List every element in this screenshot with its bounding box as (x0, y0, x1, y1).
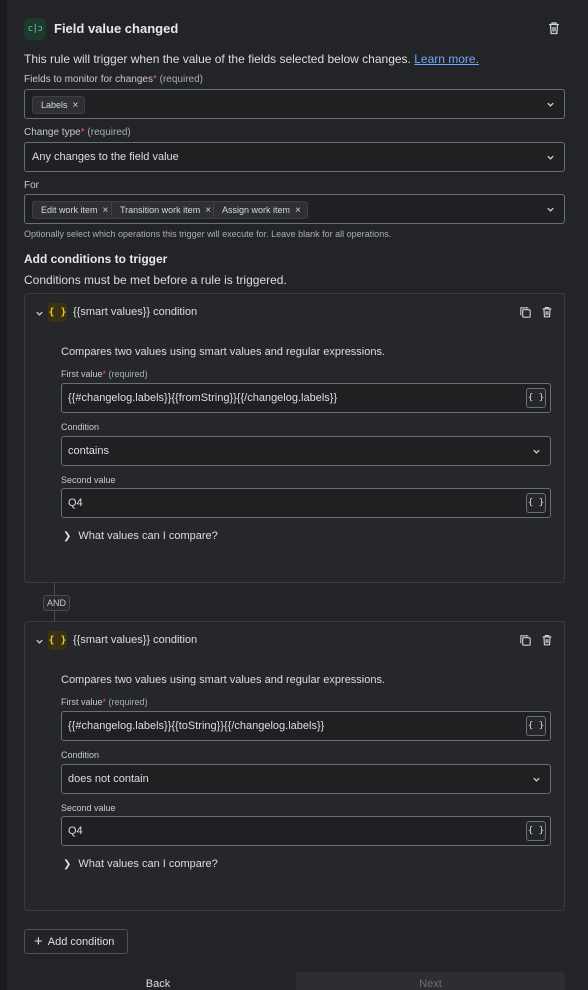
trigger-header: c|ɔ Field value changed (24, 18, 566, 40)
condition-label: Condition (61, 750, 100, 760)
required-note: (required) (87, 127, 131, 138)
first-value-label: First value* (required) (61, 369, 148, 379)
first-value-text: {{#changelog.labels}}{{fromString}}{{/ch… (68, 392, 338, 404)
required-star: * (102, 697, 107, 707)
intro-text: This rule will trigger when the value of… (24, 52, 411, 66)
tag-labels: Labels × (32, 96, 86, 114)
chevron-down-icon (547, 155, 554, 160)
learn-more-link[interactable]: Learn more. (414, 52, 479, 66)
and-connector-line (54, 583, 55, 595)
first-value-label-text: First value (61, 697, 103, 707)
condition-description: Compares two values using smart values a… (61, 346, 386, 358)
next-button[interactable]: Next (296, 972, 565, 990)
smart-value-picker-button[interactable]: { } (526, 493, 546, 513)
first-value-input[interactable]: {{#changelog.labels}}{{toString}}{{/chan… (61, 711, 551, 741)
what-values-expander[interactable]: ❯ What values can I compare? (63, 530, 218, 542)
remove-tag-icon[interactable]: × (103, 205, 109, 216)
required-note: (required) (108, 369, 148, 379)
smart-values-icon: { } (48, 303, 67, 322)
first-value-input[interactable]: {{#changelog.labels}}{{fromString}}{{/ch… (61, 383, 551, 413)
required-star: * (80, 127, 85, 138)
change-type-value: Any changes to the field value (32, 151, 179, 163)
condition-header[interactable]: { } {{smart values}} condition (25, 622, 564, 660)
trash-icon[interactable] (546, 20, 562, 36)
add-condition-button[interactable]: + Add condition (24, 929, 128, 954)
back-button[interactable]: Back (24, 972, 292, 990)
required-star: * (152, 74, 157, 85)
tag-transition-work-item: Transition work item × (111, 201, 219, 219)
left-edge (0, 0, 7, 990)
condition-description: Compares two values using smart values a… (61, 674, 386, 686)
operations-helper-text: Optionally select which operations this … (24, 229, 392, 239)
copy-icon[interactable] (519, 634, 532, 647)
first-value-label: First value* (required) (61, 697, 148, 707)
copy-icon[interactable] (519, 306, 532, 319)
add-condition-label: Add condition (47, 935, 115, 948)
condition-select[interactable]: does not contain (61, 764, 551, 794)
change-type-select[interactable]: Any changes to the field value (24, 142, 565, 172)
remove-tag-icon[interactable]: × (205, 205, 211, 216)
change-type-label: Change type* (required) (24, 127, 131, 138)
chevron-down-icon (547, 207, 554, 212)
tag-label: Assign work item (222, 205, 291, 215)
what-values-label: What values can I compare? (78, 530, 218, 542)
second-value-text: Q4 (68, 497, 83, 509)
smart-value-picker-button[interactable]: { } (526, 388, 546, 408)
condition-header[interactable]: { } {{smart values}} condition (25, 294, 564, 332)
fields-monitor-label-text: Fields to monitor for changes (24, 74, 153, 85)
tag-label: Labels (41, 100, 68, 110)
tag-label: Transition work item (120, 205, 201, 215)
fields-monitor-label: Fields to monitor for changes* (required… (24, 74, 203, 85)
tag-assign-work-item: Assign work item × (213, 201, 308, 219)
tag-edit-work-item: Edit work item × (32, 201, 116, 219)
trash-icon[interactable] (540, 305, 554, 319)
second-value-text: Q4 (68, 825, 83, 837)
remove-tag-icon[interactable]: × (73, 100, 79, 111)
chevron-down-icon[interactable] (35, 637, 44, 646)
required-star: * (102, 369, 107, 379)
smart-value-picker-button[interactable]: { } (526, 821, 546, 841)
condition-title: {{smart values}} condition (73, 306, 198, 318)
first-value-label-text: First value (61, 369, 103, 379)
trash-icon[interactable] (540, 633, 554, 647)
required-note: (required) (108, 697, 148, 707)
condition-card: { } {{smart values}} condition Compares … (24, 293, 565, 583)
chevron-right-icon: ❯ (63, 859, 72, 870)
operations-select[interactable]: Edit work item × Transition work item × As… (24, 194, 565, 224)
and-badge: AND (43, 595, 71, 611)
condition-select[interactable]: contains (61, 436, 551, 466)
condition-label: Condition (61, 422, 100, 432)
what-values-label: What values can I compare? (78, 858, 218, 870)
condition-value: contains (68, 445, 109, 457)
condition-card: { } {{smart values}} condition Compares … (24, 621, 565, 911)
remove-tag-icon[interactable]: × (295, 205, 301, 216)
and-connector-line (54, 611, 55, 621)
condition-title: {{smart values}} condition (73, 634, 198, 646)
second-value-label: Second value (61, 803, 116, 813)
trigger-description: This rule will trigger when the value of… (24, 52, 479, 66)
conditions-section-title: Add conditions to trigger (24, 252, 168, 266)
change-type-label-text: Change type (24, 127, 81, 138)
chevron-down-icon[interactable] (35, 309, 44, 318)
required-note: (required) (159, 74, 203, 85)
chevron-down-icon (533, 777, 540, 782)
tag-label: Edit work item (41, 205, 98, 215)
conditions-section-subtitle: Conditions must be met before a rule is … (24, 273, 287, 287)
fields-monitor-select[interactable]: Labels × (24, 89, 565, 119)
chevron-down-icon (533, 449, 540, 454)
for-label: For (24, 180, 39, 191)
smart-values-icon: { } (48, 631, 67, 650)
smart-value-picker-button[interactable]: { } (526, 716, 546, 736)
second-value-input[interactable]: Q4 { } (61, 816, 551, 846)
condition-value: does not contain (68, 773, 149, 785)
second-value-label: Second value (61, 475, 116, 485)
chevron-right-icon: ❯ (63, 531, 72, 542)
chevron-down-icon (547, 102, 554, 107)
first-value-text: {{#changelog.labels}}{{toString}}{{/chan… (68, 720, 325, 732)
code-bracket-icon: c|ɔ (24, 18, 46, 40)
plus-icon: + (34, 933, 43, 950)
trigger-title: Field value changed (54, 21, 179, 36)
what-values-expander[interactable]: ❯ What values can I compare? (63, 858, 218, 870)
second-value-input[interactable]: Q4 { } (61, 488, 551, 518)
